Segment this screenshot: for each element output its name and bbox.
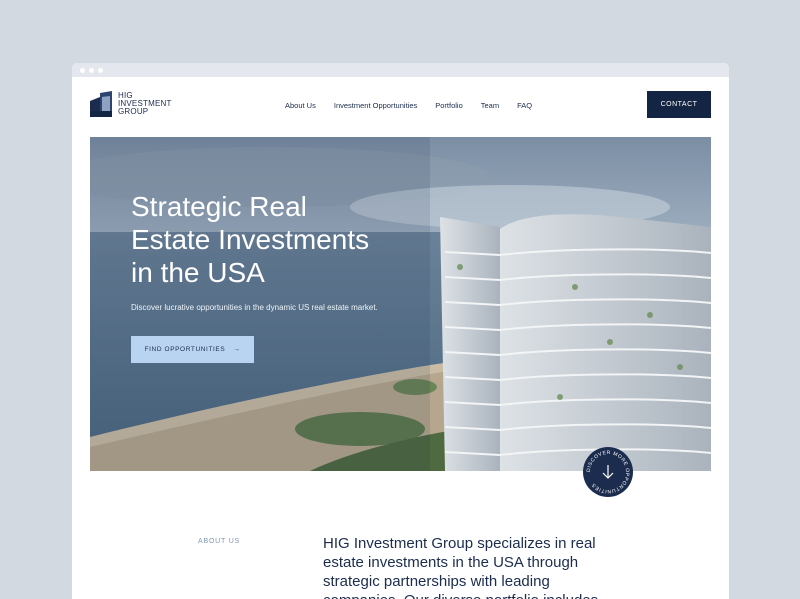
- contact-button[interactable]: CONTACT: [647, 91, 711, 118]
- logo-wordmark: HIG INVESTMENT GROUP: [118, 91, 172, 116]
- about-description: HIG Investment Group specializes in real…: [323, 535, 598, 599]
- about-section-label: ABOUT US: [198, 538, 241, 545]
- arrow-right-icon: →: [233, 346, 241, 353]
- nav-item-team[interactable]: Team: [481, 101, 499, 110]
- nav-item-investment-opportunities[interactable]: Investment Opportunities: [334, 101, 417, 110]
- hero-title: Strategic Real Estate Investments in the…: [131, 191, 370, 288]
- find-opportunities-button[interactable]: FIND OPPORTUNITIES →: [131, 336, 254, 363]
- browser-chrome: [72, 63, 729, 77]
- hero-subtitle: Discover lucrative opportunities in the …: [131, 303, 378, 312]
- main-menu: About Us Investment Opportunities Portfo…: [285, 101, 550, 110]
- nav-item-portfolio[interactable]: Portfolio: [435, 101, 463, 110]
- logo[interactable]: HIG INVESTMENT GROUP: [90, 91, 172, 117]
- window-dot: [80, 67, 85, 73]
- nav-item-about-us[interactable]: About Us: [285, 101, 316, 110]
- browser-window: HIG INVESTMENT GROUP About Us Investment…: [72, 63, 729, 599]
- logo-mark-icon: [90, 91, 112, 117]
- discover-more-badge[interactable]: DISCOVER MORE OPPORTUNITIES: [583, 447, 633, 497]
- arrow-down-icon: [602, 465, 614, 479]
- top-navigation: HIG INVESTMENT GROUP About Us Investment…: [72, 77, 729, 137]
- hero-section: Strategic Real Estate Investments in the…: [90, 137, 711, 471]
- cta-label: FIND OPPORTUNITIES: [144, 346, 226, 353]
- discover-badge-graphic: DISCOVER MORE OPPORTUNITIES: [586, 450, 630, 494]
- window-dot: [98, 67, 103, 73]
- nav-item-faq[interactable]: FAQ: [517, 101, 532, 110]
- window-dot: [89, 67, 94, 73]
